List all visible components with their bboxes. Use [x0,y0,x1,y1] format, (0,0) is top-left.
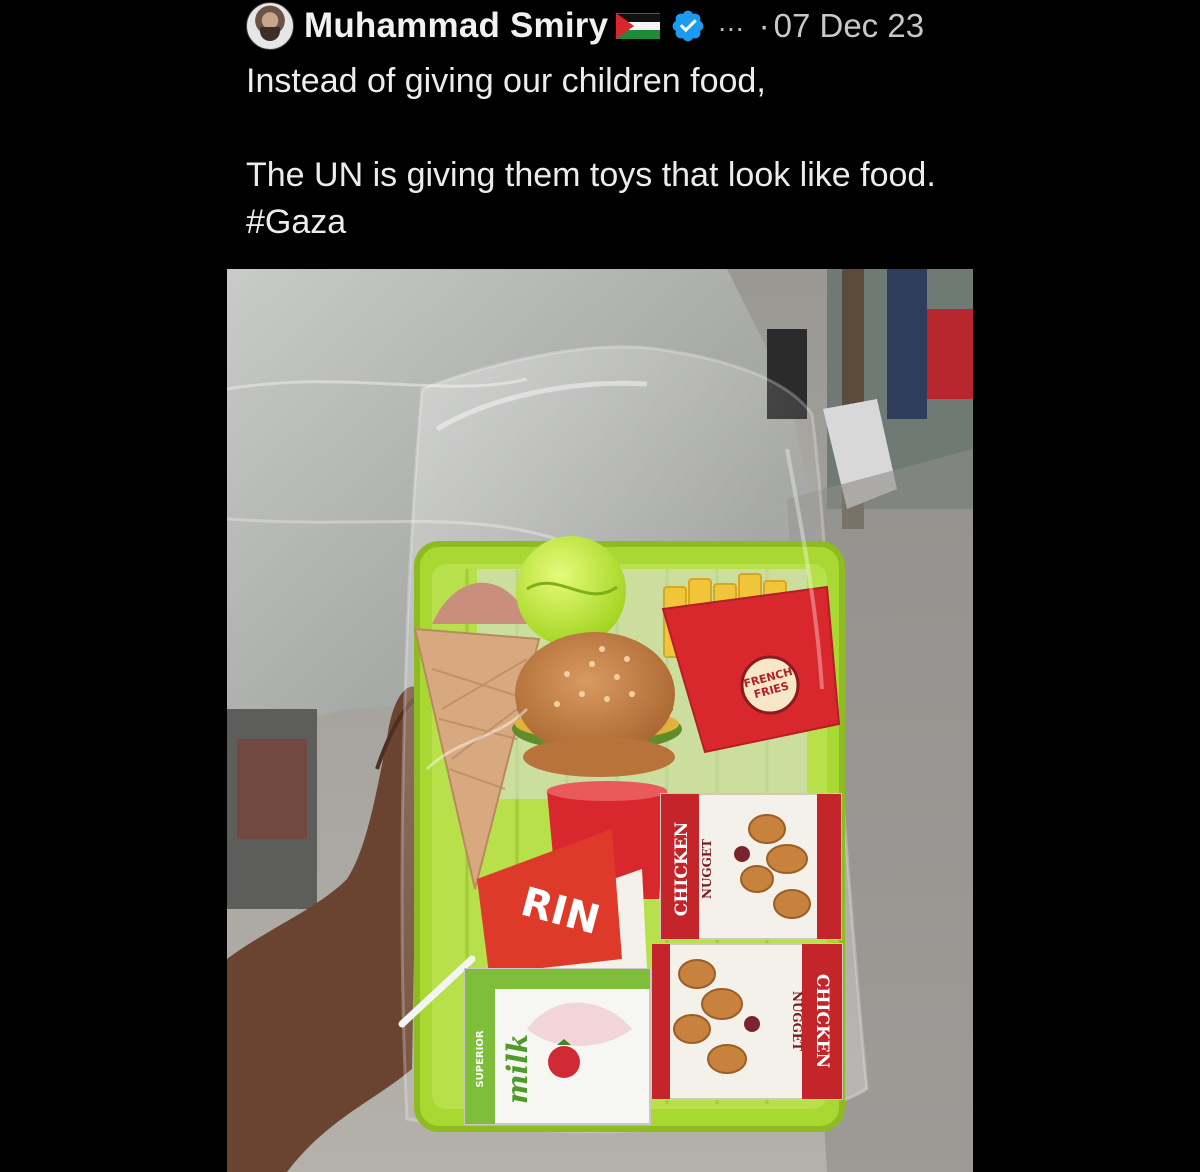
tweet-card[interactable]: Muhammad Smiry ... · 07 Dec 23 Instead o… [0,0,1200,1172]
timestamp[interactable]: 07 Dec 23 [774,7,924,45]
separator-dot: · [758,7,770,44]
verified-badge-icon [672,10,704,42]
toy-food-photo: FRENCH FRIES RIN CHICKEN NUGGET CHICKEN … [227,269,973,1172]
tweet-header: Muhammad Smiry ... · 07 Dec 23 [246,2,924,50]
tweet-text: Instead of giving our children food, The… [246,58,1006,246]
palestine-flag-icon [616,13,661,39]
milk-word: milk [501,1034,534,1104]
tweet-text-line-2: The UN is giving them toys that look lik… [246,152,1006,246]
nugget-box-1-sub: NUGGET [700,839,714,899]
hashtag-link[interactable]: #Gaza [246,203,346,241]
tweet-text-body: The UN is giving them toys that look lik… [246,156,936,194]
avatar[interactable] [246,2,294,50]
nugget-box-2-sub: NUGGET [790,991,804,1051]
nugget-box-2-title: CHICKEN [812,974,832,1068]
nugget-box-1-title: CHICKEN [672,822,692,916]
author-name[interactable]: Muhammad Smiry [304,6,608,46]
tweet-photo[interactable]: FRENCH FRIES RIN CHICKEN NUGGET CHICKEN … [227,269,973,1172]
more-dots-icon[interactable]: ... [718,6,744,38]
milk-brand: SUPERIOR [475,1030,486,1087]
tweet-text-line-1: Instead of giving our children food, [246,62,766,100]
